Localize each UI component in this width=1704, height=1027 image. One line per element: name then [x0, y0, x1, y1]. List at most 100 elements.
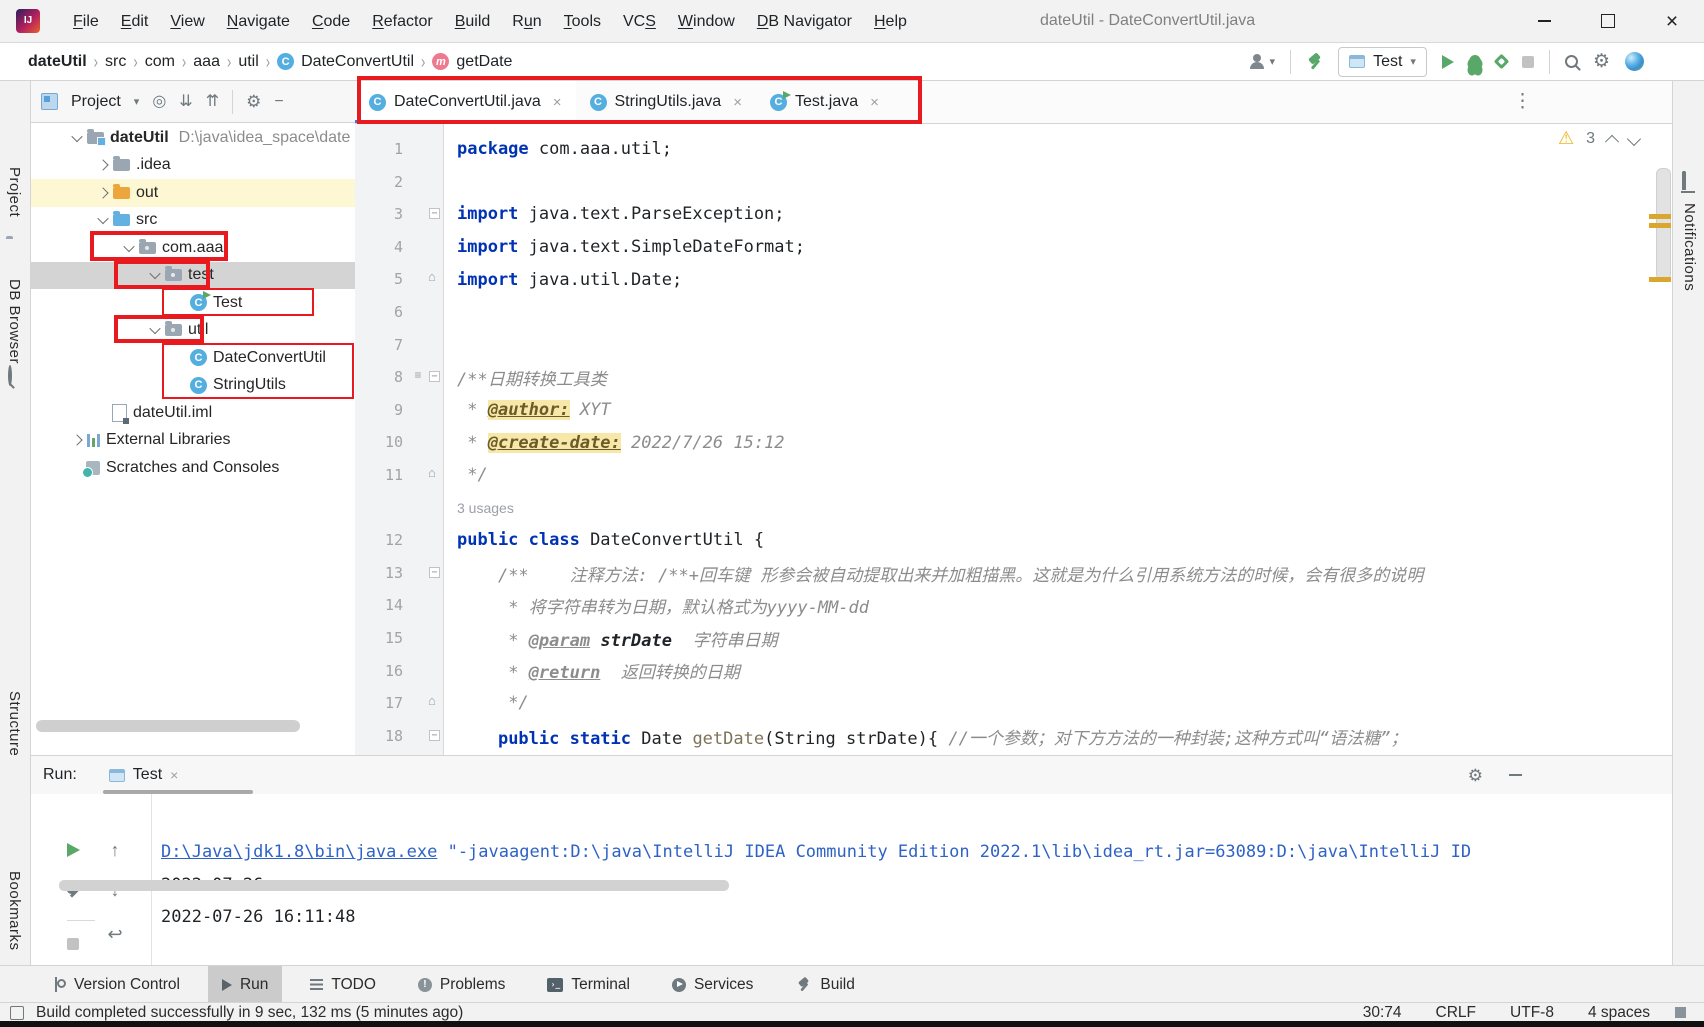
run-tab-test[interactable]: Test ×: [108, 766, 178, 784]
tree-item-stringutils[interactable]: C StringUtils: [31, 372, 355, 400]
inspections-widget[interactable]: ⚠ 3: [1558, 128, 1642, 149]
notifications-icon[interactable]: [1682, 171, 1686, 191]
close-tab-icon[interactable]: ×: [553, 94, 562, 111]
tree-chevron-icon[interactable]: [97, 187, 109, 199]
close-button[interactable]: ×: [1640, 0, 1704, 42]
toolwindow-tab-problems[interactable]: Problems: [404, 966, 519, 1003]
sidebar-item-notifications[interactable]: Notifications: [1681, 203, 1698, 291]
project-tree-horizontal-scrollbar[interactable]: [36, 720, 300, 732]
chevron-down-icon[interactable]: ▾: [134, 95, 140, 108]
run-configuration-select[interactable]: Test ▾: [1338, 46, 1427, 77]
menu-refactor[interactable]: Refactor: [361, 1, 443, 42]
toolwindow-tab-version-control[interactable]: Version Control: [40, 966, 194, 1003]
stop-button[interactable]: [1521, 55, 1534, 68]
sidebar-item-bookmarks[interactable]: Bookmarks: [6, 871, 23, 951]
warning-stripe-mark[interactable]: [1649, 214, 1671, 219]
locate-file-icon[interactable]: ◎: [152, 93, 166, 110]
editor-tab-stringutils[interactable]: C StringUtils.java ×: [576, 81, 756, 123]
previous-warning-icon[interactable]: [1604, 134, 1620, 149]
breadcrumb-method[interactable]: getDate: [456, 53, 512, 71]
tree-item-dateconvertutil[interactable]: C DateConvertUtil: [31, 344, 355, 372]
menu-window[interactable]: Window: [667, 1, 746, 42]
toolwindow-tab-build[interactable]: Build: [781, 966, 868, 1003]
menu-db-navigator[interactable]: DB Navigator: [746, 1, 863, 42]
breadcrumb-aaa[interactable]: aaa: [193, 53, 220, 71]
stop-button[interactable]: [61, 932, 85, 956]
editor-tab-dateconvertutil[interactable]: C DateConvertUtil.java ×: [355, 81, 576, 123]
next-warning-icon[interactable]: [1626, 131, 1642, 146]
menu-vcs[interactable]: VCS: [612, 1, 667, 42]
run-with-coverage-button[interactable]: [1493, 53, 1510, 70]
toolwindow-tab-todo[interactable]: TODO: [296, 966, 390, 1003]
tab-options-kebab-icon[interactable]: ⋮: [1513, 90, 1532, 113]
tree-item-test[interactable]: C Test: [31, 289, 355, 317]
tree-chevron-icon[interactable]: [123, 240, 135, 252]
warning-stripe-mark[interactable]: [1649, 277, 1671, 282]
close-tab-icon[interactable]: ×: [733, 94, 742, 111]
toolwindow-quick-access-icon[interactable]: [10, 1005, 24, 1020]
sidebar-item-project[interactable]: Project: [6, 167, 23, 217]
maximize-button[interactable]: [1576, 0, 1640, 42]
menu-run[interactable]: Run: [501, 1, 552, 42]
plugin-icon[interactable]: [1625, 52, 1644, 71]
tree-chevron-icon[interactable]: [97, 159, 109, 171]
status-message[interactable]: Build completed successfully in 9 sec, 1…: [36, 1004, 463, 1022]
run-panel-settings-icon[interactable]: ⚙: [1468, 767, 1483, 784]
toolwindow-tab-services[interactable]: Services: [658, 966, 767, 1003]
toolwindow-tab-run[interactable]: Run: [207, 966, 283, 1003]
db-browser-icon[interactable]: [8, 365, 12, 386]
rerun-button[interactable]: [61, 838, 85, 862]
up-the-stack-trace-icon[interactable]: ↑: [103, 838, 127, 862]
close-tab-icon[interactable]: ×: [870, 94, 879, 111]
close-tab-icon[interactable]: ×: [170, 767, 178, 783]
profile-button[interactable]: ▾: [1249, 54, 1275, 69]
tree-item-util[interactable]: util: [31, 317, 355, 345]
menu-edit[interactable]: Edit: [110, 1, 160, 42]
tree-item-external-libraries[interactable]: External Libraries: [31, 427, 355, 455]
tree-item-out[interactable]: out: [31, 179, 355, 207]
tree-item-src[interactable]: src: [31, 207, 355, 235]
minimize-button[interactable]: [1512, 0, 1576, 42]
breadcrumb-util[interactable]: util: [238, 53, 258, 71]
panel-settings-icon[interactable]: ⚙: [246, 93, 261, 110]
debug-button[interactable]: [1468, 54, 1481, 69]
tree-item-scratches-and-consoles[interactable]: Scratches and Consoles: [31, 454, 355, 482]
soft-wrap-icon[interactable]: ↩: [103, 922, 127, 946]
menu-navigate[interactable]: Navigate: [216, 1, 301, 42]
collapse-all-icon[interactable]: ⇈: [206, 93, 219, 110]
code-editor[interactable]: 1 2 3−4 5 ⌂ 6 7 8 ≡ −9 10 11 ⌂ 12 13−14 15 16 17 ⌂ 18− pack…: [355, 124, 1672, 755]
sidebar-item-structure[interactable]: Structure: [6, 691, 23, 756]
toolwindow-tab-terminal[interactable]: Terminal: [533, 966, 644, 1003]
tree-item-dateutil-iml[interactable]: dateUtil.iml: [31, 399, 355, 427]
usages-hint[interactable]: 3 usages: [457, 500, 514, 516]
tree-chevron-icon[interactable]: [97, 213, 109, 225]
tree-chevron-icon[interactable]: [71, 130, 83, 142]
breadcrumb-project[interactable]: dateUtil: [28, 53, 87, 71]
hide-panel-icon[interactable]: [1509, 774, 1522, 776]
line-ending[interactable]: CRLF: [1436, 1004, 1476, 1022]
breadcrumb-com[interactable]: com: [145, 53, 175, 71]
tree-chevron-icon[interactable]: [71, 434, 83, 446]
hide-panel-icon[interactable]: −: [274, 93, 283, 110]
tree-item-idea[interactable]: .idea: [31, 152, 355, 180]
menu-file[interactable]: File: [62, 1, 110, 42]
settings-button[interactable]: ⚙: [1593, 52, 1610, 71]
menu-code[interactable]: Code: [301, 1, 361, 42]
breadcrumb-src[interactable]: src: [105, 53, 126, 71]
caret-position[interactable]: 30:74: [1363, 1004, 1402, 1022]
menu-build[interactable]: Build: [444, 1, 502, 42]
indent-setting[interactable]: 4 spaces: [1588, 1004, 1650, 1022]
editor-tab-test[interactable]: C Test.java ×: [756, 81, 893, 123]
tree-item-dateutil[interactable]: dateUtil D:\java\idea_space\date: [31, 124, 355, 152]
console-horizontal-scrollbar[interactable]: [59, 880, 729, 891]
tree-item-test[interactable]: test: [31, 261, 355, 289]
sidebar-item-db-browser[interactable]: DB Browser: [6, 279, 23, 364]
breadcrumb-class[interactable]: DateConvertUtil: [301, 53, 414, 71]
warning-stripe-mark[interactable]: [1649, 223, 1671, 228]
tree-item-com-aaa[interactable]: com.aaa: [31, 234, 355, 262]
run-button[interactable]: [1441, 54, 1454, 69]
menu-help[interactable]: Help: [863, 1, 918, 42]
search-everywhere-button[interactable]: [1564, 55, 1578, 68]
file-encoding[interactable]: UTF-8: [1510, 1004, 1554, 1022]
expand-all-icon[interactable]: ⇊: [179, 93, 192, 110]
